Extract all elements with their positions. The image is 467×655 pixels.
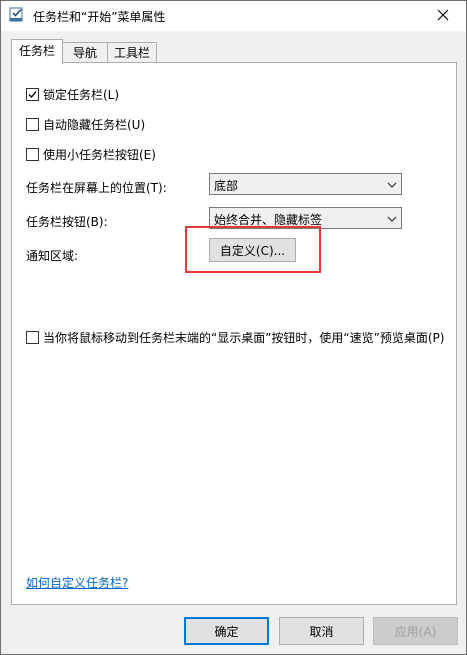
notification-area-label: 通知区域: bbox=[26, 249, 79, 263]
tab-label: 任务栏 bbox=[18, 44, 55, 58]
small-buttons-checkbox[interactable] bbox=[26, 148, 39, 161]
auto-hide-checkbox[interactable] bbox=[26, 118, 39, 131]
location-label: 任务栏在屏幕上的位置(T): bbox=[26, 181, 167, 195]
taskbar-tab-panel: 锁定任务栏(L) 自动隐藏任务栏(U) 使用小任务栏按钮(E) 任务栏在屏幕上的… bbox=[11, 62, 457, 605]
checkmark-icon bbox=[28, 91, 37, 98]
location-select[interactable]: 底部 bbox=[209, 173, 402, 195]
peek-checkbox[interactable] bbox=[26, 331, 39, 344]
chevron-down-icon bbox=[387, 213, 397, 223]
tab-label: 工具栏 bbox=[113, 46, 150, 60]
tab-navigation[interactable]: 导航 bbox=[61, 42, 109, 63]
window-title: 任务栏和“开始”菜单属性 bbox=[33, 10, 166, 24]
location-value: 底部 bbox=[214, 179, 239, 193]
apply-button[interactable]: 应用(A) bbox=[373, 617, 458, 645]
tab-label: 导航 bbox=[72, 46, 97, 60]
small-buttons-label: 使用小任务栏按钮(E) bbox=[43, 148, 156, 162]
peek-option[interactable]: 当你将鼠标移动到任务栏末端的“显示桌面”按钮时，使用“速览”预览桌面(P) bbox=[26, 329, 444, 346]
cancel-button[interactable]: 取消 bbox=[279, 617, 364, 645]
auto-hide-label: 自动隐藏任务栏(U) bbox=[43, 118, 146, 132]
auto-hide-option[interactable]: 自动隐藏任务栏(U) bbox=[26, 116, 145, 133]
ok-button-label: 确定 bbox=[214, 624, 239, 639]
taskbar-buttons-value: 始终合并、隐藏标签 bbox=[214, 213, 323, 227]
cancel-button-label: 取消 bbox=[309, 624, 334, 639]
taskbar-buttons-label: 任务栏按钮(B): bbox=[26, 215, 108, 229]
chevron-down-icon bbox=[387, 179, 397, 189]
lock-taskbar-checkbox[interactable] bbox=[26, 88, 39, 101]
tab-taskbar[interactable]: 任务栏 bbox=[11, 39, 63, 64]
taskbar-buttons-select[interactable]: 始终合并、隐藏标签 bbox=[209, 207, 402, 229]
small-buttons-option[interactable]: 使用小任务栏按钮(E) bbox=[26, 146, 156, 163]
properties-dialog: 任务栏和“开始”菜单属性 任务栏 导航 工具栏 锁定任务栏(L) 自动隐藏任务栏… bbox=[0, 0, 467, 655]
close-icon bbox=[437, 9, 449, 24]
apply-button-label: 应用(A) bbox=[394, 624, 437, 639]
title-bar[interactable]: 任务栏和“开始”菜单属性 bbox=[1, 1, 466, 31]
help-link[interactable]: 如何自定义任务栏? bbox=[26, 574, 128, 591]
customize-button[interactable]: 自定义(C)... bbox=[209, 238, 296, 262]
ok-button[interactable]: 确定 bbox=[184, 617, 269, 645]
lock-taskbar-option[interactable]: 锁定任务栏(L) bbox=[26, 86, 119, 103]
lock-taskbar-label: 锁定任务栏(L) bbox=[43, 88, 120, 102]
tab-toolbars[interactable]: 工具栏 bbox=[107, 42, 157, 63]
customize-button-label: 自定义(C)... bbox=[219, 243, 286, 258]
close-button[interactable] bbox=[420, 1, 466, 31]
peek-label: 当你将鼠标移动到任务栏末端的“显示桌面”按钮时，使用“速览”预览桌面(P) bbox=[43, 331, 445, 345]
taskbar-properties-icon bbox=[9, 7, 25, 23]
